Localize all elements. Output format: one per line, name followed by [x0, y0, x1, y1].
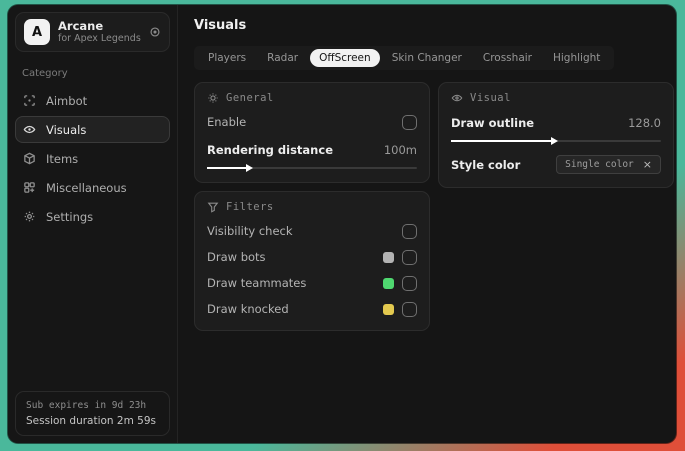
visual-panel: Visual Draw outline 128.0 Style color Si…	[438, 82, 674, 188]
style-color-select[interactable]: Single color ×	[556, 155, 661, 174]
visibility-check-checkbox[interactable]	[402, 223, 417, 239]
style-color-label: Style color	[451, 157, 521, 172]
subscription-card: Sub expires in 9d 23h Session duration 2…	[15, 391, 170, 436]
sidebar-item-aimbot[interactable]: Aimbot	[15, 87, 170, 114]
session-duration-text: Session duration 2m 59s	[26, 415, 156, 427]
box-icon	[23, 152, 36, 165]
draw-outline-slider[interactable]	[451, 137, 661, 145]
enable-label: Enable	[207, 115, 247, 129]
draw-knocked-label: Draw knocked	[207, 302, 289, 316]
sub-expires-text: Sub expires in 9d 23h	[26, 400, 147, 411]
sidebar-item-miscellaneous[interactable]: Miscellaneous	[15, 174, 170, 201]
sidebar-item-label: Settings	[46, 209, 94, 224]
tab-skin-changer[interactable]: Skin Changer	[383, 49, 471, 67]
funnel-icon	[207, 201, 219, 213]
draw-teammates-label: Draw teammates	[207, 276, 307, 290]
slider-fill[interactable]	[207, 164, 254, 172]
grid-icon	[23, 181, 36, 194]
visual-panel-title: Visual	[470, 92, 511, 104]
logo-letter: A	[31, 24, 43, 40]
app-window: A Arcane for Apex Legends Category Aimbo…	[8, 5, 676, 443]
circle-dot-icon[interactable]	[149, 26, 161, 38]
sidebar-item-items[interactable]: Items	[15, 145, 170, 172]
main-content: Visuals Players Radar OffScreen Skin Cha…	[178, 5, 676, 443]
rendering-distance-label: Rendering distance	[207, 143, 333, 157]
crosshair-icon	[23, 94, 36, 107]
general-panel-title: General	[226, 92, 274, 104]
draw-knocked-checkbox[interactable]	[402, 301, 417, 317]
app-logo: A	[24, 19, 50, 46]
draw-outline-value: 128.0	[628, 116, 661, 130]
filters-panel-title: Filters	[226, 201, 274, 213]
tab-offscreen[interactable]: OffScreen	[310, 49, 380, 67]
category-label: Category	[22, 68, 68, 80]
sidebar-item-label: Visuals	[46, 122, 87, 137]
tab-radar[interactable]: Radar	[258, 49, 307, 67]
sidebar-item-label: Aimbot	[46, 93, 88, 108]
visuals-tabstrip: Players Radar OffScreen Skin Changer Cro…	[194, 46, 615, 70]
draw-bots-checkbox[interactable]	[402, 249, 417, 265]
sidebar-nav: Aimbot Visuals Items Miscellaneous Setti…	[8, 87, 177, 230]
sun-gear-icon	[207, 92, 219, 104]
filters-panel: Filters Visibility check Draw bots Draw …	[194, 191, 430, 331]
rendering-distance-slider[interactable]	[207, 164, 417, 172]
app-name: Arcane	[58, 19, 104, 33]
draw-outline-label: Draw outline	[451, 116, 535, 130]
sidebar-item-settings[interactable]: Settings	[15, 203, 170, 230]
draw-knocked-color-swatch[interactable]	[383, 303, 394, 315]
clear-icon[interactable]: ×	[643, 159, 652, 170]
style-color-value: Single color	[565, 159, 634, 170]
draw-bots-color-swatch[interactable]	[383, 251, 394, 263]
sidebar-item-label: Miscellaneous	[46, 180, 127, 195]
eye-icon	[451, 92, 463, 104]
app-subtitle: for Apex Legends	[58, 33, 141, 45]
draw-bots-label: Draw bots	[207, 250, 266, 264]
tab-crosshair[interactable]: Crosshair	[474, 49, 541, 67]
tab-highlight[interactable]: Highlight	[544, 49, 609, 67]
slider-fill[interactable]	[451, 137, 558, 145]
brand-card: A Arcane for Apex Legends	[15, 12, 170, 53]
sidebar-item-label: Items	[46, 151, 79, 166]
general-panel: General Enable Rendering distance 100m	[194, 82, 430, 183]
gear-icon	[23, 210, 36, 223]
enable-checkbox[interactable]	[402, 114, 417, 130]
tab-players[interactable]: Players	[199, 49, 255, 67]
draw-teammates-color-swatch[interactable]	[383, 277, 394, 289]
sidebar: A Arcane for Apex Legends Category Aimbo…	[8, 5, 178, 443]
sidebar-item-visuals[interactable]: Visuals	[15, 116, 170, 144]
page-title: Visuals	[194, 18, 247, 33]
rendering-distance-value: 100m	[383, 143, 417, 157]
eye-scan-icon	[23, 123, 36, 136]
draw-teammates-checkbox[interactable]	[402, 275, 417, 291]
visibility-check-label: Visibility check	[207, 224, 293, 238]
